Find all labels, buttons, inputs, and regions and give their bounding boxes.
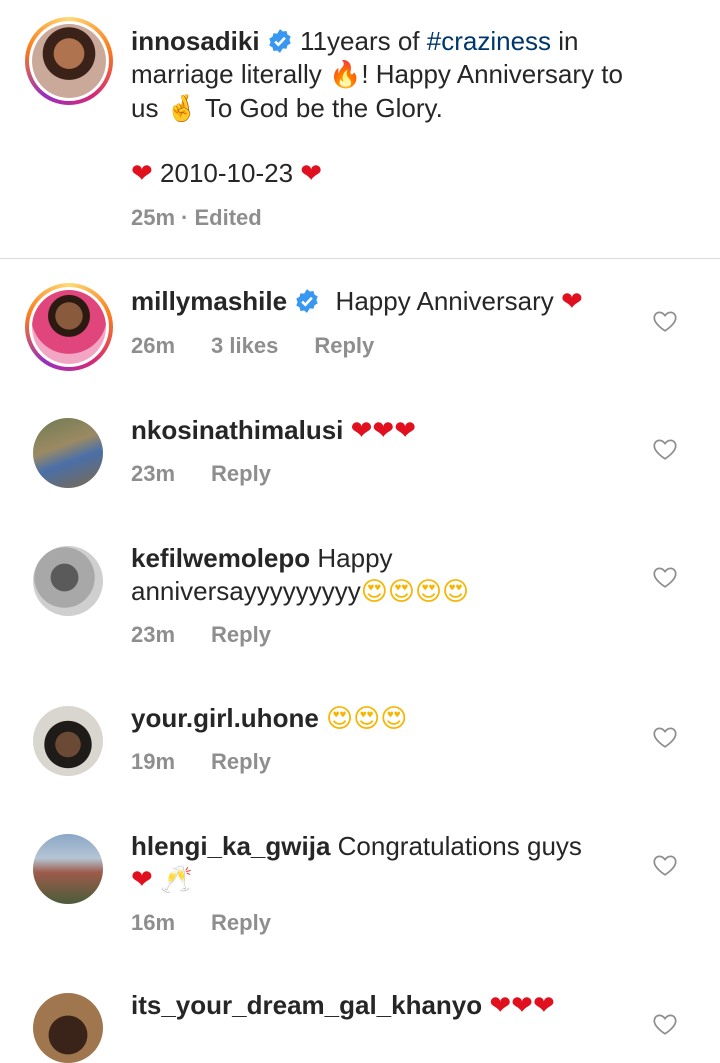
comment-time: 23m — [131, 622, 176, 647]
heart-outline-icon[interactable] — [652, 565, 678, 589]
heart-outline-icon[interactable] — [652, 309, 678, 333]
heart-eyes-emoji-icon: 😍😍😍 — [326, 704, 408, 734]
comment-time: 19m — [131, 749, 176, 774]
red-heart-emoji-icon: ❤ — [300, 159, 323, 189]
caption-avatar[interactable] — [25, 17, 113, 105]
comment-meta: 23m Reply — [131, 461, 307, 487]
comment-avatar[interactable] — [33, 418, 103, 488]
comment-avatar[interactable] — [33, 834, 103, 904]
red-heart-emoji-icon: ❤ — [131, 159, 153, 189]
comment-meta: 23m Reply — [131, 622, 307, 648]
comment-body: Happy — [317, 543, 393, 573]
comment-username[interactable]: nkosinathimalusi — [131, 415, 343, 445]
caption-date: 2010-10-23 — [160, 158, 294, 188]
red-heart-emoji-icon: ❤❤❤ — [489, 991, 555, 1021]
heart-outline-icon[interactable] — [652, 725, 678, 749]
caption-username[interactable]: innosadiki — [131, 26, 260, 56]
caption-date-line: ❤ 2010-10-23 ❤ — [131, 157, 322, 191]
heart-outline-icon[interactable] — [652, 437, 678, 461]
comment-text: millymashile Happy Anniversary ❤ — [131, 285, 631, 319]
caption-hashtag[interactable]: #craziness — [427, 26, 551, 56]
caption-meta: 25m · Edited — [131, 205, 298, 231]
comment-username[interactable]: millymashile — [131, 286, 287, 316]
comment-username[interactable]: its_your_dream_gal_khanyo — [131, 990, 482, 1020]
caption-time: 25m — [131, 205, 176, 230]
verified-badge-icon — [296, 289, 319, 313]
comment-body: Happy Anniversary — [335, 286, 561, 316]
reply-button[interactable]: Reply — [314, 333, 374, 358]
comment-time: 26m — [131, 333, 176, 358]
comment-text: kefilwemolepo Happy anniversayyyyyyyyy😍😍… — [131, 542, 631, 609]
heart-eyes-emoji-icon: 😍😍😍😍 — [360, 577, 470, 607]
comment-text: its_your_dream_gal_khanyo ❤❤❤ — [131, 989, 555, 1023]
reply-button[interactable]: Reply — [211, 461, 271, 486]
comment-body-2: anniversayyyyyyyyy — [131, 576, 361, 606]
comment-text: hlengi_ka_gwija Congratulations guys ❤ 🥂 — [131, 830, 631, 897]
comment-username[interactable]: your.girl.uhone — [131, 703, 319, 733]
comment-time: 23m — [131, 461, 176, 486]
comment-avatar[interactable] — [33, 993, 103, 1063]
caption-edited: · Edited — [181, 205, 262, 230]
clinking-glasses-emoji-icon: 🥂 — [160, 865, 193, 895]
comment-time: 16m — [131, 910, 176, 935]
comment-avatar[interactable] — [33, 706, 103, 776]
comment-avatar[interactable] — [25, 283, 113, 371]
heart-outline-icon[interactable] — [652, 853, 678, 877]
caption-divider — [0, 258, 720, 259]
red-heart-emoji-icon: ❤❤❤ — [350, 416, 416, 446]
reply-button[interactable]: Reply — [211, 622, 271, 647]
red-heart-emoji-icon: ❤ — [131, 865, 153, 895]
comment-text: your.girl.uhone 😍😍😍 — [131, 702, 407, 736]
comment-username[interactable]: hlengi_ka_gwija — [131, 831, 330, 861]
caption-text-a: 11years of — [292, 26, 427, 56]
caption-line3-a: us — [131, 93, 166, 123]
fire-emoji-icon: 🔥 — [328, 60, 362, 90]
crossed-fingers-emoji-icon: 🤞 — [165, 94, 199, 124]
comment-meta: 16m Reply — [131, 910, 307, 936]
comment-avatar[interactable] — [33, 546, 103, 616]
heart-outline-icon[interactable] — [652, 1012, 678, 1036]
comment-meta: 26m 3 likes Reply — [131, 333, 410, 359]
comment-likes[interactable]: 3 likes — [211, 333, 278, 358]
caption-text-b: in — [551, 26, 579, 56]
red-heart-emoji-icon: ❤ — [561, 287, 583, 317]
caption-line2-after: ! Happy Anniversary to — [361, 59, 623, 89]
verified-badge-icon — [269, 29, 291, 53]
caption-line3: To God be the Glory. — [198, 93, 443, 123]
comment-username[interactable]: kefilwemolepo — [131, 543, 310, 573]
comment-body: Congratulations guys — [337, 831, 582, 861]
reply-button[interactable]: Reply — [211, 910, 271, 935]
caption-line2: marriage literally — [131, 59, 329, 89]
comment-meta: 19m Reply — [131, 749, 307, 775]
comment-text: nkosinathimalusi ❤❤❤ — [131, 414, 416, 448]
caption-text: innosadiki 11years of #craziness in marr… — [131, 25, 691, 126]
reply-button[interactable]: Reply — [211, 749, 271, 774]
